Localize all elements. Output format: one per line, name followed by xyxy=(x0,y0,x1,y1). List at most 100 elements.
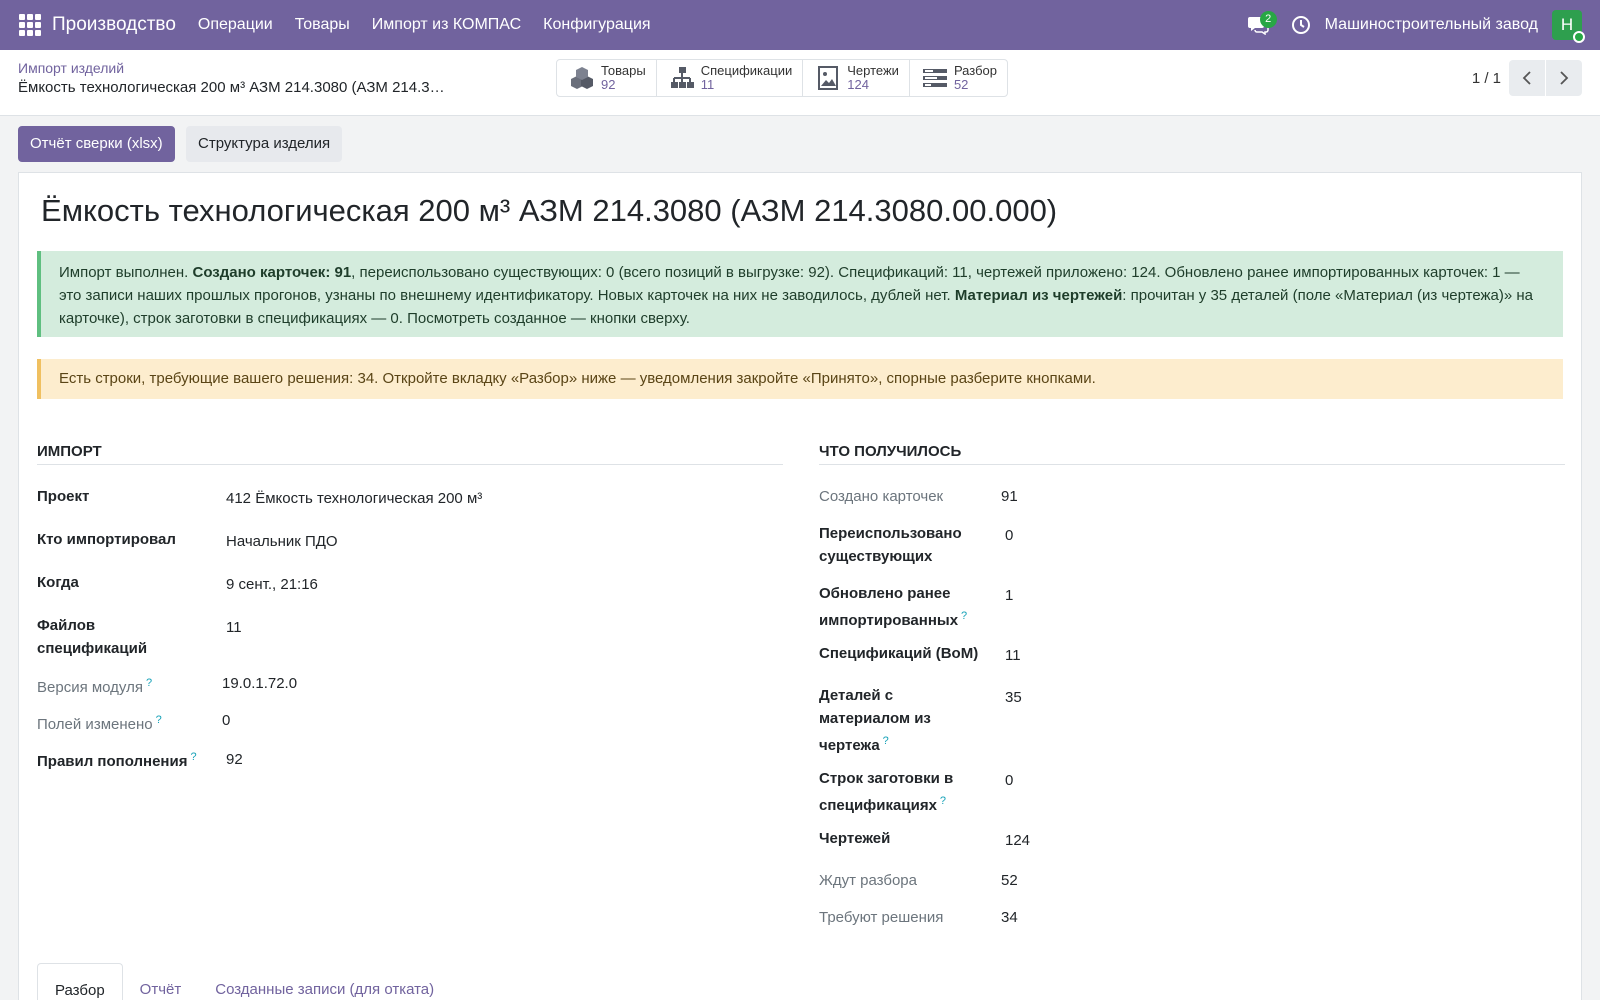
apps-grid-icon[interactable] xyxy=(19,14,41,36)
smart-button-count: 11 xyxy=(700,77,715,92)
field-label: Полей изменено xyxy=(37,716,153,733)
alert-bold-material: Материал из чертежей xyxy=(954,287,1123,304)
field-value: 0 xyxy=(1005,527,1014,544)
field-updated: Обновлено ранее импортированных? 1 xyxy=(819,582,1013,632)
field-value: 92 xyxy=(226,751,243,768)
smart-button-label: Спецификации xyxy=(700,63,793,78)
result-group-title: Что получилось xyxy=(819,443,1565,465)
pager-previous-button[interactable] xyxy=(1509,60,1545,96)
field-value: 35 xyxy=(1005,689,1022,706)
field-spec-files: Файлов спецификаций 11 xyxy=(37,614,242,660)
field-blank-lines: Строк заготовки в спецификациях? 0 xyxy=(819,767,1013,817)
field-label: Строк заготовки в спецификациях xyxy=(819,770,954,814)
field-value: 11 xyxy=(1005,647,1021,664)
project-link[interactable]: 412 Ёмкость технологическая 200 м³ xyxy=(226,487,746,510)
smart-button-drawings[interactable]: Чертежи 124 xyxy=(803,60,910,96)
help-tooltip-icon[interactable]: ? xyxy=(961,610,967,622)
menu-operations[interactable]: Операции xyxy=(198,16,273,34)
smart-button-count: 124 xyxy=(847,77,869,92)
help-tooltip-icon[interactable]: ? xyxy=(190,751,196,763)
reconciliation-report-button[interactable]: Отчёт сверки (xlsx) xyxy=(18,126,175,162)
tasks-icon xyxy=(920,65,950,91)
field-label: Когда xyxy=(37,574,79,591)
field-value: 11 xyxy=(226,619,242,636)
form-sheet: Ёмкость технологическая 200 м³ АЗМ 214.3… xyxy=(18,172,1582,1000)
alert-bold-created: Создано карточек: 91 xyxy=(192,264,352,281)
product-structure-button[interactable]: Структура изделия xyxy=(186,126,343,162)
smart-button-label: Товары xyxy=(601,63,646,78)
smart-button-count: 92 xyxy=(601,77,616,92)
field-value: 91 xyxy=(1001,488,1018,505)
tab-review[interactable]: Разбор xyxy=(37,963,123,1000)
menu-products[interactable]: Товары xyxy=(295,16,350,34)
alert-text: Импорт выполнен. xyxy=(59,264,193,281)
top-navbar: Производство Операции Товары Импорт из К… xyxy=(0,0,1600,50)
app-name[interactable]: Производство xyxy=(52,14,176,36)
import-success-alert: Импорт выполнен. Создано карточек: 91, п… xyxy=(37,251,1563,337)
field-label: Спецификаций (BoM) xyxy=(819,645,979,662)
field-module-version: Версия модуля? 19.0.1.72.0 xyxy=(37,672,297,699)
company-switcher[interactable]: Машиностроительный завод xyxy=(1325,16,1538,34)
activity-button[interactable] xyxy=(1289,13,1313,37)
field-replenish-rules: Правил пополнения? 92 xyxy=(37,746,243,773)
field-label: Переиспользовано существующих xyxy=(819,525,962,565)
breadcrumb-parent[interactable]: Импорт изделий xyxy=(18,60,124,76)
field-waiting: Ждут разбора 52 xyxy=(819,869,1018,892)
field-value: 1 xyxy=(1005,587,1014,604)
breadcrumb-current: Ёмкость технологическая 200 м³ АЗМ 214.3… xyxy=(18,79,448,96)
chevron-left-icon xyxy=(1522,71,1531,85)
field-label: Файлов спецификаций xyxy=(37,617,148,657)
boxes-icon xyxy=(567,65,597,91)
field-value: 52 xyxy=(1001,872,1018,889)
field-value: 34 xyxy=(1001,909,1018,926)
field-value: 0 xyxy=(222,712,231,729)
navbar-systray: 2 Машиностроительный завод Н xyxy=(1243,0,1600,50)
control-panel: Импорт изделий Ёмкость технологическая 2… xyxy=(0,50,1600,116)
field-label: Правил пополнения xyxy=(37,753,188,770)
help-tooltip-icon[interactable]: ? xyxy=(146,677,152,689)
help-tooltip-icon[interactable]: ? xyxy=(940,795,946,807)
decision-warning-alert: Есть строки, требующие вашего решения: 3… xyxy=(37,359,1563,399)
import-group-title: Импорт xyxy=(37,443,783,465)
smart-button-label: Чертежи xyxy=(847,63,899,78)
chevron-right-icon xyxy=(1560,71,1569,85)
pager-next-button[interactable] xyxy=(1546,60,1582,96)
result-group: Что получилось Создано карточек 91 Переи… xyxy=(819,443,1565,926)
field-label: Проект xyxy=(37,488,90,505)
smart-button-products[interactable]: Товары 92 xyxy=(557,60,657,96)
field-value: 19.0.1.72.0 xyxy=(222,675,298,692)
record-title: Ёмкость технологическая 200 м³ АЗМ 214.3… xyxy=(41,193,1058,228)
field-label: Деталей с материалом из чертежа xyxy=(819,687,931,754)
tab-report[interactable]: Отчёт xyxy=(123,963,199,1000)
smart-button-boms[interactable]: Спецификации 11 xyxy=(657,60,804,96)
avatar-letter: Н xyxy=(1560,15,1574,34)
smart-button-review[interactable]: Разбор 52 xyxy=(910,60,1007,96)
import-group: Импорт Проект 412 Ёмкость технологическа… xyxy=(37,443,783,770)
field-boms: Спецификаций (BoM) 11 xyxy=(819,642,1021,665)
chat-count-badge: 2 xyxy=(1259,11,1277,28)
field-project: Проект 412 Ёмкость технологическая 200 м… xyxy=(37,485,482,508)
pager-value[interactable]: 1 / 1 xyxy=(1472,70,1501,87)
user-avatar[interactable]: Н xyxy=(1552,10,1585,43)
field-drawings: Чертежей 124 xyxy=(819,827,1030,850)
tab-created-records[interactable]: Созданные записи (для отката) xyxy=(198,963,451,1000)
imported-by-link[interactable]: Начальник ПДО xyxy=(226,530,526,553)
field-label: Чертежей xyxy=(819,830,891,847)
menu-configuration[interactable]: Конфигурация xyxy=(543,16,650,34)
field-when: Когда 9 сент., 21:16 xyxy=(37,571,318,594)
field-label: Создано карточек xyxy=(819,488,944,505)
sitemap-icon xyxy=(667,65,697,91)
field-imported-by: Кто импортировал Начальник ПДО xyxy=(37,528,338,551)
field-label: Ждут разбора xyxy=(819,872,917,889)
field-label: Версия модуля xyxy=(37,679,143,696)
field-material-parts: Деталей с материалом из чертежа? 35 xyxy=(819,684,1022,757)
help-tooltip-icon[interactable]: ? xyxy=(156,714,162,726)
messaging-button[interactable]: 2 xyxy=(1243,10,1277,40)
clock-icon xyxy=(1291,16,1310,34)
field-value: 0 xyxy=(1005,772,1014,789)
help-tooltip-icon[interactable]: ? xyxy=(883,735,889,747)
field-fields-changed: Полей изменено? 0 xyxy=(37,709,230,736)
field-created: Создано карточек 91 xyxy=(819,485,1018,508)
pager: 1 / 1 xyxy=(1472,60,1582,96)
menu-import-kompas[interactable]: Импорт из КОМПАС xyxy=(372,16,521,34)
